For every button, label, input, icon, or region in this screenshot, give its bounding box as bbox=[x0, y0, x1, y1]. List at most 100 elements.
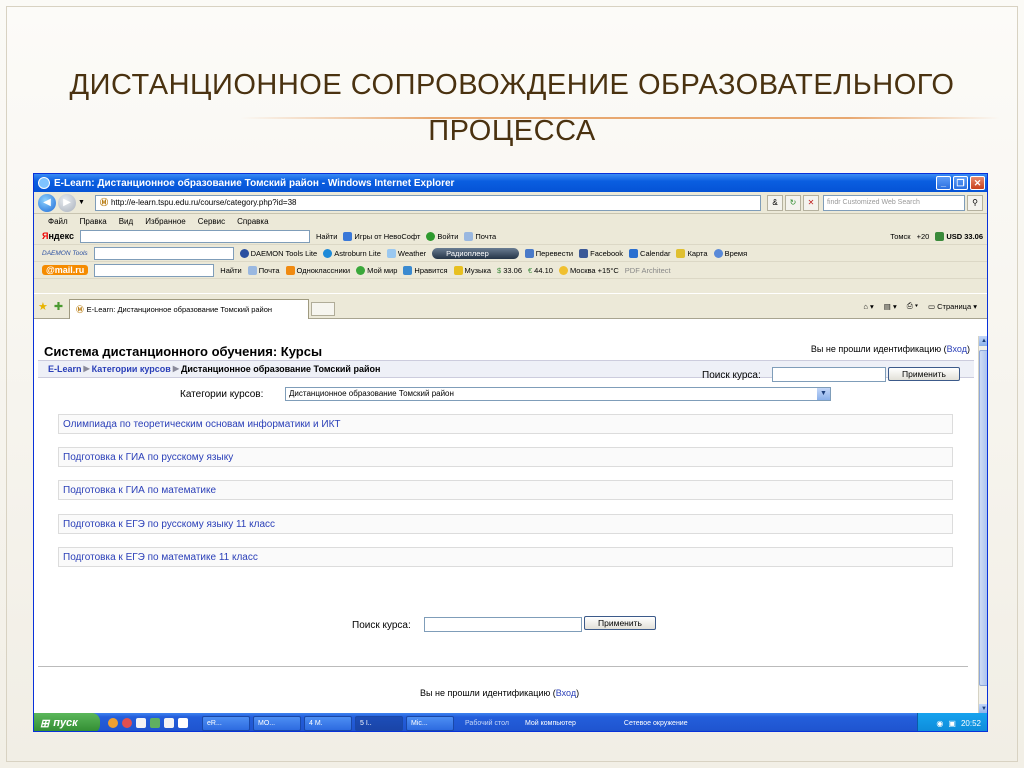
mailru-find-button[interactable]: Найти bbox=[220, 266, 241, 275]
search-icon[interactable]: ⚲ bbox=[967, 194, 983, 211]
category-select[interactable]: Дистанционное образование Томский район … bbox=[285, 387, 831, 401]
my-computer-toolbar[interactable]: Мой компьютер bbox=[525, 720, 576, 727]
clock-icon bbox=[713, 248, 723, 258]
classmates-button[interactable]: Одноклассники bbox=[285, 265, 350, 275]
desktop-toolbar[interactable]: Рабочий стол bbox=[465, 720, 509, 727]
apply-button-bottom[interactable]: Применить bbox=[584, 616, 656, 630]
task-item[interactable]: Mic... bbox=[406, 715, 454, 731]
breadcrumb-home[interactable]: E-Learn bbox=[48, 364, 82, 374]
task-item-active[interactable]: 5 I.. bbox=[355, 715, 403, 731]
quick-launch-icon[interactable] bbox=[136, 718, 146, 728]
quick-launch-icon[interactable] bbox=[178, 718, 188, 728]
minimize-icon[interactable]: _ bbox=[936, 176, 951, 190]
scroll-thumb[interactable] bbox=[979, 350, 987, 686]
vertical-scrollbar[interactable]: ▲ ▼ bbox=[978, 336, 987, 714]
menu-tools[interactable]: Сервис bbox=[198, 217, 225, 226]
footer-login-link[interactable]: Вход bbox=[556, 688, 576, 698]
breadcrumb-categories[interactable]: Категории курсов bbox=[92, 364, 171, 374]
weather-city[interactable]: Томск bbox=[890, 232, 910, 241]
daemon-tools-lite-button[interactable]: DAEMON Tools Lite bbox=[239, 248, 317, 258]
myworld-button[interactable]: Мой мир bbox=[356, 265, 397, 275]
task-item[interactable]: МО... bbox=[253, 715, 301, 731]
web-search-input[interactable]: findr Customized Web Search bbox=[823, 194, 965, 211]
close-icon[interactable]: ✕ bbox=[970, 176, 985, 190]
home-icon[interactable]: ⌂ ▾ bbox=[863, 302, 873, 311]
quick-launch-icon[interactable] bbox=[108, 718, 118, 728]
quick-launch-icon[interactable] bbox=[164, 718, 174, 728]
new-tab-button[interactable] bbox=[311, 302, 336, 316]
course-search-input-bottom[interactable] bbox=[424, 617, 582, 632]
login-link[interactable]: Вход bbox=[947, 344, 967, 354]
pdf-architect-button[interactable]: PDF Architect bbox=[625, 266, 671, 275]
yandex-find-button[interactable]: Найти bbox=[316, 232, 337, 241]
weather-button[interactable]: Weather bbox=[386, 248, 426, 258]
task-item[interactable]: eR... bbox=[202, 715, 250, 731]
print-icon[interactable]: ⎙ ▾ bbox=[907, 301, 918, 311]
scroll-up-icon[interactable]: ▲ bbox=[979, 336, 987, 346]
stop-icon[interactable]: ✕ bbox=[803, 194, 819, 211]
moscow-weather-button[interactable]: Москва +15°C bbox=[558, 265, 619, 275]
tab-e-learn[interactable]: Ⓜ E-Learn: Дистанционное образование Том… bbox=[69, 299, 310, 319]
forward-icon[interactable]: ▶ bbox=[58, 193, 76, 212]
menu-file[interactable]: Файл bbox=[48, 217, 68, 226]
yandex-games-button[interactable]: Игры от НевоСофт bbox=[343, 231, 420, 241]
ie-window: E-Learn: Дистанционное образование Томск… bbox=[33, 173, 988, 732]
course-link[interactable]: Подготовка к ГИА по математике bbox=[63, 485, 216, 496]
time-button[interactable]: Время bbox=[713, 248, 747, 258]
like-button[interactable]: Нравится bbox=[403, 265, 448, 275]
yandex-search-input[interactable] bbox=[80, 229, 311, 243]
feeds-icon[interactable]: ▤ ▾ bbox=[884, 302, 897, 311]
currency-icon bbox=[935, 231, 945, 241]
tray-icon[interactable]: ▣ bbox=[948, 719, 956, 728]
tray-icon[interactable]: ◉ bbox=[936, 719, 943, 728]
facebook-button[interactable]: Facebook bbox=[579, 248, 623, 258]
add-favorites-icon[interactable]: ✚ bbox=[54, 300, 63, 313]
menu-view[interactable]: Вид bbox=[119, 217, 133, 226]
mailru-search-input[interactable] bbox=[94, 263, 215, 277]
translate-button[interactable]: Перевести bbox=[524, 248, 573, 258]
menu-edit[interactable]: Правка bbox=[80, 217, 107, 226]
url-input[interactable]: Ⓜ http://e-learn.tspu.edu.ru/course/cate… bbox=[94, 194, 761, 211]
mailru-mail-button[interactable]: Почта bbox=[247, 265, 280, 275]
site-favicon: Ⓜ bbox=[99, 197, 108, 207]
music-button[interactable]: Музыка bbox=[453, 265, 491, 275]
apply-button-top[interactable]: Применить bbox=[888, 367, 960, 381]
calendar-button[interactable]: Calendar bbox=[629, 248, 670, 258]
menu-bar: Файл Правка Вид Избранное Сервис Справка bbox=[34, 214, 987, 228]
chevron-down-icon[interactable]: ▼ bbox=[817, 388, 830, 400]
course-link[interactable]: Подготовка к ЕГЭ по русскому языку 11 кл… bbox=[63, 519, 275, 530]
course-link[interactable]: Олимпиада по теоретическим основам инфор… bbox=[63, 419, 341, 430]
network-toolbar[interactable]: Сетевое окружение bbox=[624, 720, 688, 727]
radio-player[interactable]: Радиоплеер bbox=[432, 247, 519, 259]
page-menu[interactable]: ▭ Страница ▾ bbox=[928, 302, 977, 311]
window-title: E-Learn: Дистанционное образование Томск… bbox=[54, 177, 455, 189]
quick-launch-icon[interactable] bbox=[122, 718, 132, 728]
course-link[interactable]: Подготовка к ГИА по русскому языку bbox=[63, 452, 233, 463]
history-dropdown-icon[interactable]: ▼ bbox=[78, 199, 85, 206]
favorites-star-icon[interactable]: ★ bbox=[38, 300, 48, 313]
eur-button[interactable]: €44.10 bbox=[528, 266, 553, 275]
course-link[interactable]: Подготовка к ЕГЭ по математике 11 класс bbox=[63, 552, 258, 563]
window-titlebar[interactable]: E-Learn: Дистанционное образование Томск… bbox=[34, 174, 987, 192]
daemon-search-input[interactable] bbox=[93, 246, 234, 260]
task-item[interactable]: 4 М. bbox=[304, 715, 352, 731]
yandex-login-button[interactable]: Войти bbox=[426, 231, 458, 241]
map-button[interactable]: Карта bbox=[676, 248, 708, 258]
yandex-mail-button[interactable]: Почта bbox=[464, 231, 496, 241]
course-search-input[interactable] bbox=[772, 367, 886, 382]
menu-help[interactable]: Справка bbox=[237, 217, 268, 226]
back-icon[interactable]: ◀ bbox=[38, 193, 56, 212]
menu-favorites[interactable]: Избранное bbox=[145, 217, 186, 226]
astroburn-button[interactable]: Astroburn Lite bbox=[323, 248, 381, 258]
start-button[interactable]: ⊞ пуск bbox=[34, 713, 100, 731]
page-title: Система дистанционного обучения: Курсы bbox=[44, 344, 323, 359]
daemon-logo: DAEMON Tools bbox=[42, 249, 88, 257]
yandex-logo[interactable]: Яндекс bbox=[42, 231, 74, 241]
compat-view-icon[interactable]: & bbox=[767, 194, 783, 211]
refresh-icon[interactable]: ↻ bbox=[785, 194, 801, 211]
quick-launch-icon[interactable] bbox=[150, 718, 160, 728]
usd-button[interactable]: $33.06 bbox=[497, 266, 522, 275]
footer-login-info: Вы не прошли идентификацию (Вход) bbox=[420, 688, 580, 698]
maximize-icon[interactable]: ❐ bbox=[953, 176, 968, 190]
mailru-logo[interactable]: @mail.ru bbox=[42, 265, 89, 275]
